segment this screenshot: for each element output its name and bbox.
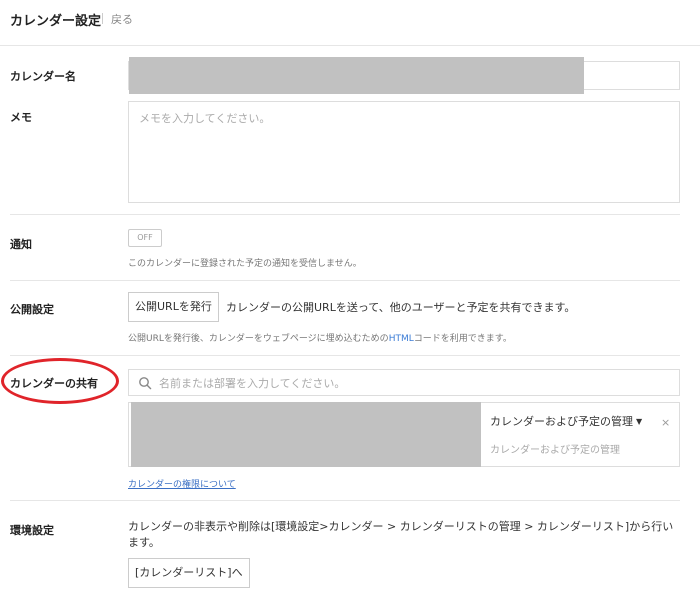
back-link[interactable]: 戻る xyxy=(111,11,133,27)
environment-label: 環境設定 xyxy=(10,524,54,537)
permission-selected: カレンダーおよび予定の管理 xyxy=(490,415,633,428)
share-search-placeholder: 名前または部署を入力してください。 xyxy=(159,377,346,390)
divider xyxy=(10,500,680,501)
close-icon[interactable]: × xyxy=(661,416,670,429)
publish-help-after: コードを利用できます。 xyxy=(413,334,512,344)
publish-label: 公開設定 xyxy=(10,303,54,316)
publish-help-html: HTML xyxy=(388,334,414,344)
search-icon xyxy=(139,377,152,390)
memo-placeholder: メモを入力してください。 xyxy=(139,112,271,125)
permissions-info-link[interactable]: カレンダーの権限について xyxy=(128,477,236,490)
notification-help: このカレンダーに登録された予定の通知を受信しません。 xyxy=(128,259,362,269)
publish-help-before: 公開URLを発行後、カレンダーをウェブページに埋め込むための xyxy=(128,334,389,344)
notification-toggle[interactable]: OFF xyxy=(128,229,162,247)
publish-description: カレンダーの公開URLを送って、他のユーザーと予定を共有できます。 xyxy=(226,301,576,314)
memo-textarea[interactable]: メモを入力してください。 xyxy=(128,101,680,203)
divider xyxy=(10,214,680,215)
calendar-name-label: カレンダー名 xyxy=(10,70,76,83)
caret-down-icon: ▼ xyxy=(636,417,643,426)
share-entry: カレンダーおよび予定の管理 ▼ カレンダーおよび予定の管理 × xyxy=(128,402,680,467)
title-separator xyxy=(102,13,103,24)
divider xyxy=(10,355,680,356)
divider xyxy=(10,280,680,281)
sharing-label: カレンダーの共有 xyxy=(10,377,98,390)
redacted-calendar-name xyxy=(129,57,584,94)
permission-description: カレンダーおよび予定の管理 xyxy=(490,445,620,456)
permission-select[interactable]: カレンダーおよび予定の管理 ▼ xyxy=(490,413,642,429)
page-title: カレンダー設定 xyxy=(10,14,102,29)
publish-help: 公開URLを発行後、カレンダーをウェブページに埋め込むためのHTMLコードを利用… xyxy=(128,331,512,344)
notification-label: 通知 xyxy=(10,238,32,251)
memo-label: メモ xyxy=(10,111,32,124)
calendar-list-button[interactable]: [カレンダーリスト]へ xyxy=(128,558,250,588)
issue-public-url-button[interactable]: 公開URLを発行 xyxy=(128,292,219,322)
redacted-user xyxy=(131,402,481,467)
page-header: カレンダー設定 戻る xyxy=(0,0,700,46)
environment-description: カレンダーの非表示や削除は[環境設定>カレンダー > カレンダーリストの管理 >… xyxy=(128,520,674,549)
share-search-input[interactable]: 名前または部署を入力してください。 xyxy=(128,369,680,396)
